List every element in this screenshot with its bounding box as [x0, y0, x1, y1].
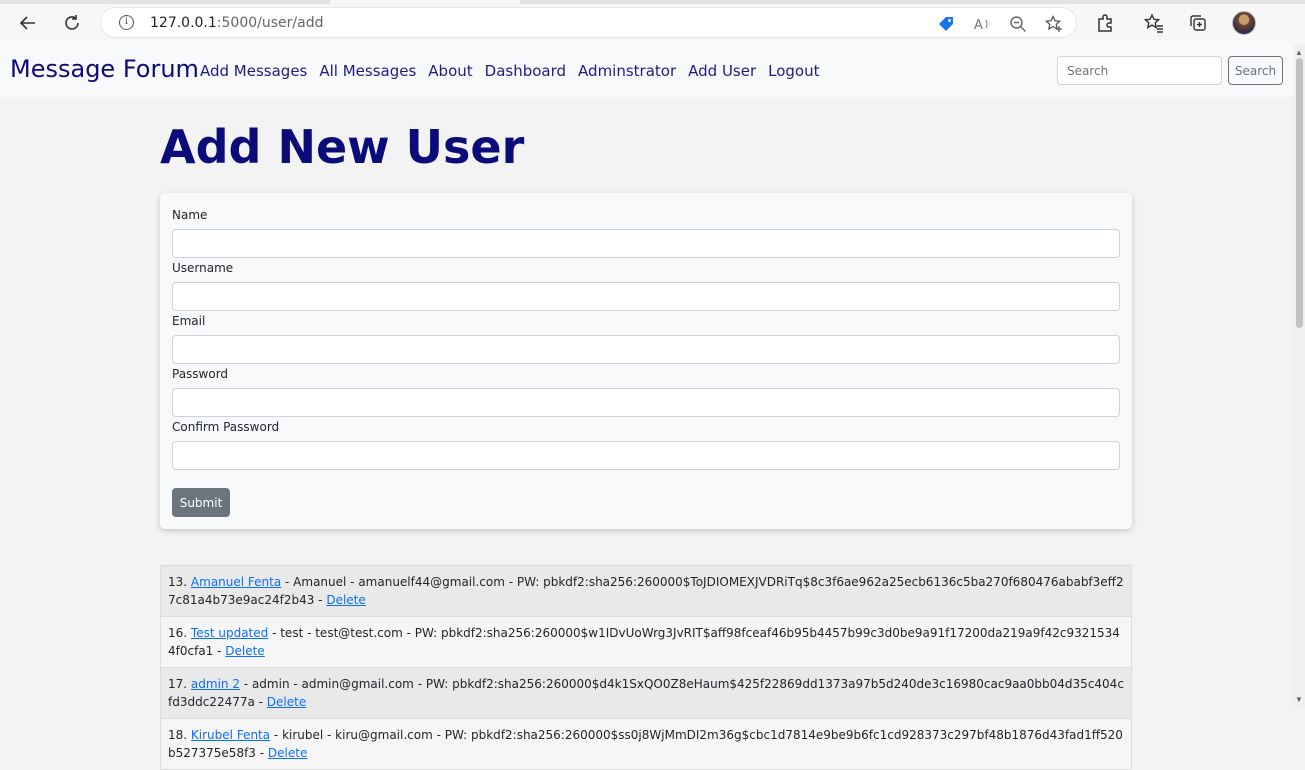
scrollbar-thumb[interactable]: [1296, 58, 1303, 328]
user-index: 16.: [168, 626, 188, 640]
email-input[interactable]: [172, 335, 1120, 364]
name-input[interactable]: [172, 229, 1120, 258]
reload-icon[interactable]: [59, 10, 85, 36]
user-row: 17. admin 2 - admin - admin@gmail.com - …: [160, 668, 1132, 719]
delete-user-link[interactable]: Delete: [267, 695, 306, 709]
username-label: Username: [172, 261, 234, 275]
delete-user-link[interactable]: Delete: [326, 593, 365, 607]
extensions-icon[interactable]: [1094, 12, 1116, 34]
profile-avatar[interactable]: [1232, 11, 1256, 35]
name-label: Name: [172, 208, 208, 222]
read-aloud-icon[interactable]: A: [972, 14, 992, 34]
delete-user-link[interactable]: Delete: [268, 746, 307, 760]
favorite-add-icon[interactable]: [1044, 14, 1064, 34]
url-text[interactable]: 127.0.0.1:5000/user/add: [150, 15, 323, 31]
search-button[interactable]: Search: [1228, 56, 1283, 85]
user-name-link[interactable]: Amanuel Fenta: [191, 575, 281, 589]
brand-logo[interactable]: Message Forum: [10, 55, 199, 83]
user-details: - test - test@test.com - PW: pbkdf2:sha2…: [168, 626, 1120, 658]
add-user-form: Name Username Email Password Confirm Pas…: [160, 193, 1132, 529]
tab-strip: [0, 0, 1305, 4]
user-index: 18.: [168, 728, 188, 742]
nav-link-logout[interactable]: Logout: [768, 62, 819, 80]
user-index: 17.: [168, 677, 188, 691]
zoom-out-icon[interactable]: [1008, 14, 1028, 34]
page-scrollbar[interactable]: ▲ ▼: [1293, 44, 1305, 706]
delete-user-link[interactable]: Delete: [225, 644, 264, 658]
user-name-link[interactable]: admin 2: [191, 677, 240, 691]
favorites-icon[interactable]: [1143, 12, 1165, 34]
nav-link-add-messages[interactable]: Add Messages: [200, 62, 307, 80]
user-details: - kirubel - kiru@gmail.com - PW: pbkdf2:…: [168, 728, 1123, 760]
user-index: 13.: [168, 575, 188, 589]
nav-link-administrator[interactable]: Adminstrator: [578, 62, 676, 80]
user-row: 18. Kirubel Fenta - kirubel - kiru@gmail…: [160, 719, 1132, 770]
active-tab[interactable]: [330, 0, 520, 4]
svg-text:A: A: [974, 18, 983, 33]
password-label: Password: [172, 367, 229, 381]
user-details: - admin - admin@gmail.com - PW: pbkdf2:s…: [168, 677, 1124, 709]
url-path: :5000/user/add: [216, 15, 324, 31]
scroll-down-icon[interactable]: ▼: [1295, 695, 1303, 704]
site-info-icon[interactable]: i: [119, 15, 134, 30]
user-list: 13. Amanuel Fenta - Amanuel - amanuelf44…: [160, 565, 1132, 770]
nav-link-all-messages[interactable]: All Messages: [319, 62, 416, 80]
password-input[interactable]: [172, 388, 1120, 417]
user-row: 16. Test updated - test - test@test.com …: [160, 617, 1132, 668]
submit-button[interactable]: Submit: [172, 488, 230, 517]
user-row: 13. Amanuel Fenta - Amanuel - amanuelf44…: [160, 565, 1132, 617]
coupon-tag-icon[interactable]: [936, 14, 956, 34]
confirm-password-input[interactable]: [172, 441, 1120, 470]
email-label: Email: [172, 314, 206, 328]
nav-link-add-user[interactable]: Add User: [688, 62, 756, 80]
user-details: - Amanuel - amanuelf44@gmail.com - PW: p…: [168, 575, 1124, 607]
site-navbar: Message Forum Add Messages All Messages …: [0, 44, 1293, 97]
url-host: 127.0.0.1: [150, 15, 217, 31]
browser-toolbar: i 127.0.0.1:5000/user/add A: [0, 0, 1305, 44]
user-name-link[interactable]: Test updated: [191, 626, 268, 640]
page-title: Add New User: [160, 120, 525, 174]
back-icon[interactable]: [15, 10, 41, 36]
nav-link-about[interactable]: About: [428, 62, 472, 80]
confirm-password-label: Confirm Password: [172, 420, 280, 434]
user-name-link[interactable]: Kirubel Fenta: [191, 728, 270, 742]
nav-link-dashboard[interactable]: Dashboard: [485, 62, 566, 80]
nav-links: Add Messages All Messages About Dashboar…: [200, 62, 820, 80]
username-input[interactable]: [172, 282, 1120, 311]
address-bar[interactable]: i 127.0.0.1:5000/user/add A: [100, 7, 1077, 38]
search-input[interactable]: [1057, 56, 1222, 85]
scroll-up-icon[interactable]: ▲: [1295, 48, 1303, 57]
collections-icon[interactable]: [1187, 12, 1209, 34]
